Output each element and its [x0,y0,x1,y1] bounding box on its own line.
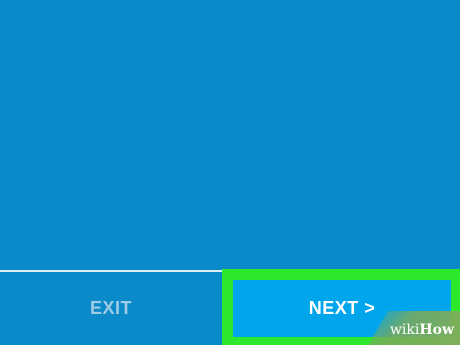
exit-button[interactable]: EXIT [0,272,222,345]
wizard-screen: EXIT NEXT > wikiHow [0,0,460,345]
wikihow-logo: wikiHow [389,322,454,338]
content-area [0,0,460,270]
